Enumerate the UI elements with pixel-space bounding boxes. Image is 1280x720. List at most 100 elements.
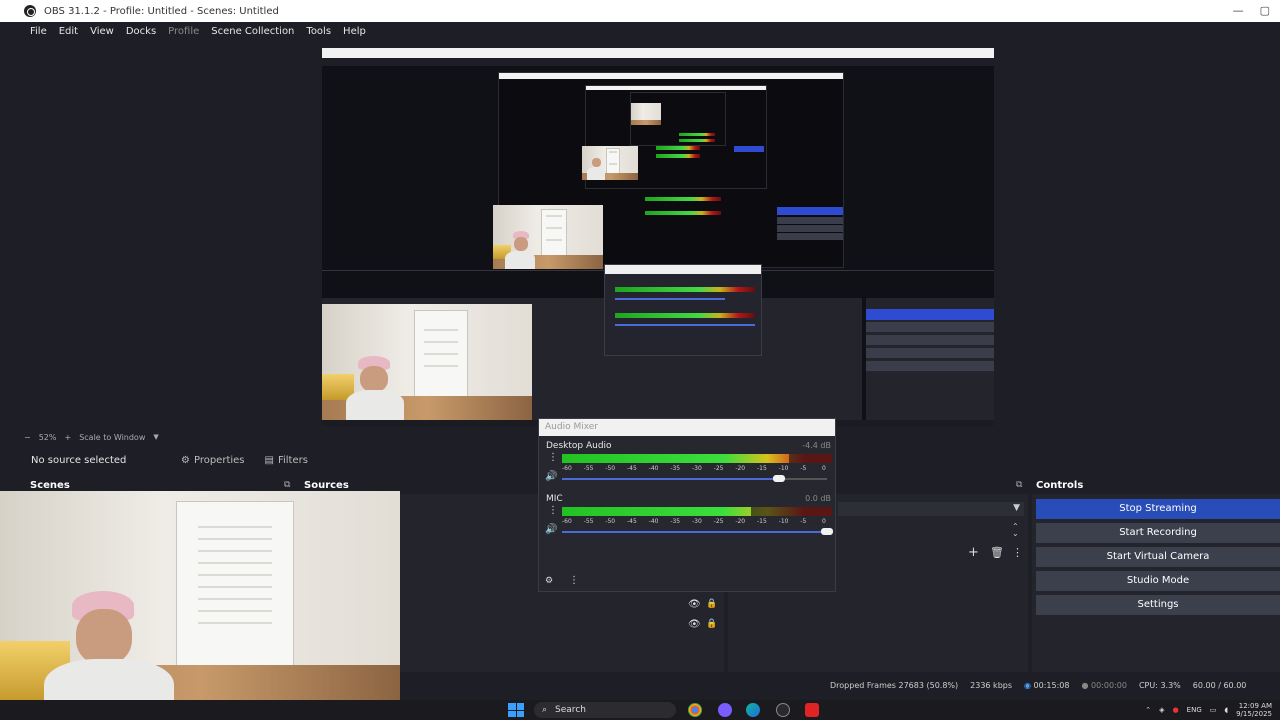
meter-tick-label: -25 — [713, 518, 724, 525]
meter-tick-label: -5 — [800, 465, 807, 472]
mixer-settings-icon[interactable]: ⚙ — [545, 576, 553, 586]
scenes-float-icon[interactable]: ⧉ — [284, 480, 290, 490]
filters-button[interactable]: ▤ Filters — [259, 453, 314, 468]
discord-icon[interactable]: ◈ — [1159, 706, 1164, 714]
mixer-more-icon[interactable]: ⋮ — [569, 575, 579, 586]
settings-button[interactable]: Settings — [1036, 595, 1280, 615]
menu-view[interactable]: View — [84, 26, 120, 37]
preview-canvas[interactable] — [322, 48, 994, 426]
properties-button[interactable]: ⚙ Properties — [175, 453, 251, 468]
status-bar: Dropped Frames 27683 (50.8%) 2336 kbps ◉… — [830, 678, 1280, 692]
channel-name-desktop-audio: Desktop Audio — [546, 441, 612, 451]
chrome-icon[interactable] — [688, 703, 702, 717]
meter-ticks-mic: -60 -55 -50 -45 -40 -35 -30 -25 -20 -15 -10 -5 0 — [562, 518, 832, 526]
menu-profile[interactable]: Profile — [162, 26, 205, 37]
eye-icon-2[interactable]: 👁 — [688, 619, 701, 630]
obs-window: OBS 31.1.2 - Profile: Untitled - Scenes:… — [0, 0, 1280, 720]
obs-taskbar-icon[interactable] — [776, 703, 790, 717]
volume-knob-mic[interactable] — [821, 528, 833, 535]
webcam-overlay — [0, 491, 400, 720]
bitrate: 2336 kbps — [970, 680, 1013, 690]
trash-icon[interactable]: 🗑 — [990, 546, 1004, 559]
meter-tick-label: -40 — [648, 465, 659, 472]
meter-tick-label: -50 — [605, 465, 616, 472]
preview-inner-menubar — [322, 58, 994, 66]
preview-settings — [866, 361, 994, 371]
source-select[interactable]: ▼ — [838, 502, 1024, 516]
cpu-usage: CPU: 3.3% — [1138, 680, 1181, 690]
start-button[interactable] — [508, 703, 524, 717]
speaker-icon[interactable]: 🔊 — [545, 471, 557, 482]
volume-icon[interactable]: ◖ — [1224, 706, 1228, 714]
stream-icon: ◉ — [1024, 680, 1031, 690]
lock-icon-2[interactable]: 🔒 — [706, 619, 717, 629]
maximize-button[interactable]: ▢ — [1260, 4, 1270, 17]
menu-file[interactable]: File — [24, 26, 53, 37]
volume-knob-desktop-audio[interactable] — [773, 475, 786, 482]
lock-icon[interactable]: 🔒 — [706, 599, 717, 609]
nested-preview-1 — [493, 72, 844, 269]
meter-tick-label: -35 — [670, 518, 681, 525]
channel-name-mic: MIC — [546, 494, 563, 504]
preview-webcam — [322, 304, 532, 422]
meter-tick-label: -60 — [562, 465, 572, 472]
start-virtual-camera-button[interactable]: Start Virtual Camera — [1036, 547, 1280, 567]
meter-tick-label: -30 — [692, 465, 702, 472]
meter-tick-label: -50 — [605, 518, 616, 525]
menu-scene-collection[interactable]: Scene Collection — [205, 26, 300, 37]
volume-slider-mic[interactable] — [562, 531, 827, 533]
record-icon: ● — [1081, 680, 1089, 690]
meter-tick-label: -30 — [692, 518, 702, 525]
properties-label: Properties — [193, 454, 245, 466]
edge-icon[interactable] — [746, 703, 760, 717]
more-icon[interactable]: ⋮ — [1012, 546, 1023, 559]
stop-streaming-button[interactable]: Stop Streaming — [1036, 499, 1280, 519]
channel-menu-icon-2[interactable]: ⋮ — [548, 506, 558, 516]
clock-time: 12:09 AM — [1238, 702, 1272, 710]
red-app-icon[interactable] — [805, 703, 819, 717]
meter-fill-desktop-audio — [562, 454, 789, 463]
filters-label: Filters — [277, 454, 308, 466]
meter-tick-label: -20 — [735, 518, 746, 525]
sources-float-icon[interactable]: ⧉ — [1016, 480, 1022, 490]
clock[interactable]: 12:09 AM 9/15/2025 — [1236, 702, 1272, 718]
menu-tools[interactable]: Tools — [300, 26, 337, 37]
chevron-up-icon[interactable]: ⌃ — [1145, 706, 1151, 714]
stream-time: 00:15:08 — [1033, 680, 1070, 690]
menu-docks[interactable]: Docks — [120, 26, 162, 37]
system-tray: ⌃ ◈ ● ENG ▭ ◖ 12:09 AM 9/15/2025 — [1145, 702, 1272, 718]
preview-start-virtual-camera — [866, 335, 994, 345]
meter-tick-label: -40 — [648, 518, 659, 525]
mic-icon[interactable]: ● — [1173, 706, 1179, 714]
nested-preview-2 — [582, 85, 767, 189]
minimize-button[interactable]: — — [1233, 4, 1244, 17]
zoom-out-button[interactable]: − — [24, 433, 31, 442]
add-source-button[interactable]: + — [968, 545, 979, 560]
scale-mode[interactable]: Scale to Window — [79, 433, 145, 442]
app-icon[interactable] — [718, 703, 732, 717]
preview-studio-mode — [866, 348, 994, 358]
chevron-down-icon: ▼ — [1013, 503, 1020, 513]
meter-tick-label: -45 — [627, 465, 637, 472]
menu-help[interactable]: Help — [337, 26, 372, 37]
taskbar-search[interactable]: ⌕ Search — [534, 702, 676, 718]
network-icon[interactable]: ▭ — [1210, 706, 1217, 714]
meter-tick-label: -20 — [735, 465, 746, 472]
preview-stop-streaming — [866, 309, 994, 320]
meter-tick-label: -15 — [757, 465, 767, 472]
zoom-in-button[interactable]: + — [64, 433, 71, 442]
channel-menu-icon[interactable]: ⋮ — [548, 453, 558, 463]
start-recording-button[interactable]: Start Recording — [1036, 523, 1280, 543]
eye-icon[interactable]: 👁 — [688, 599, 701, 610]
scale-dropdown-icon[interactable]: ▼ — [153, 433, 158, 441]
studio-mode-button[interactable]: Studio Mode — [1036, 571, 1280, 591]
menu-edit[interactable]: Edit — [53, 26, 84, 37]
meter-tick-label: -55 — [583, 518, 594, 525]
nested-webcam-2 — [582, 146, 638, 180]
speaker-icon-2[interactable]: 🔊 — [545, 524, 557, 535]
gear-icon: ⚙ — [181, 454, 190, 466]
spinner-icon[interactable]: ⌃ ⌄ — [1012, 523, 1019, 538]
language[interactable]: ENG — [1187, 706, 1202, 714]
dropped-frames: Dropped Frames 27683 (50.8%) — [830, 680, 959, 690]
volume-slider-desktop-audio[interactable] — [562, 478, 827, 480]
